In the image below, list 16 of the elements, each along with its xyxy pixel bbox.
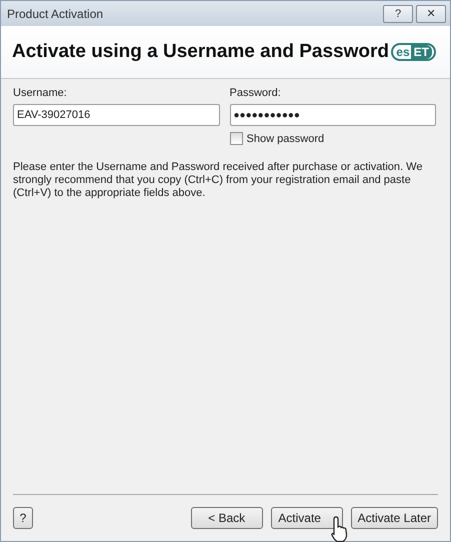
page-heading: Activate using a Username and Password bbox=[12, 41, 389, 63]
dialog-button[interactable]: Activate bbox=[270, 507, 343, 529]
show-password-checkbox[interactable] bbox=[230, 132, 242, 145]
password-label: Password: bbox=[230, 87, 282, 99]
dialog-button[interactable]: Activate Later bbox=[350, 507, 438, 529]
username-label: Username: bbox=[13, 87, 68, 99]
window-title: Product Activation bbox=[7, 6, 104, 20]
show-password-label: Show password bbox=[246, 132, 324, 144]
dialog-button[interactable]: < Back bbox=[190, 507, 263, 529]
password-field[interactable]: ●●●●●●●●●●● bbox=[230, 104, 436, 126]
instructions-text: Please enter the Username and Password received after purchase or activation. We strongly recommend that you copy (Ctrl+C) from your registration email and paste (Ctrl+V) to the appropriate fields above. bbox=[13, 161, 424, 200]
help-button[interactable]: ? bbox=[383, 4, 413, 22]
close-button[interactable]: ✕ bbox=[416, 4, 446, 22]
logo: es ET bbox=[391, 43, 436, 61]
help-button[interactable]: ? bbox=[13, 507, 33, 529]
username-field[interactable]: EAV-39027016 bbox=[13, 104, 220, 126]
